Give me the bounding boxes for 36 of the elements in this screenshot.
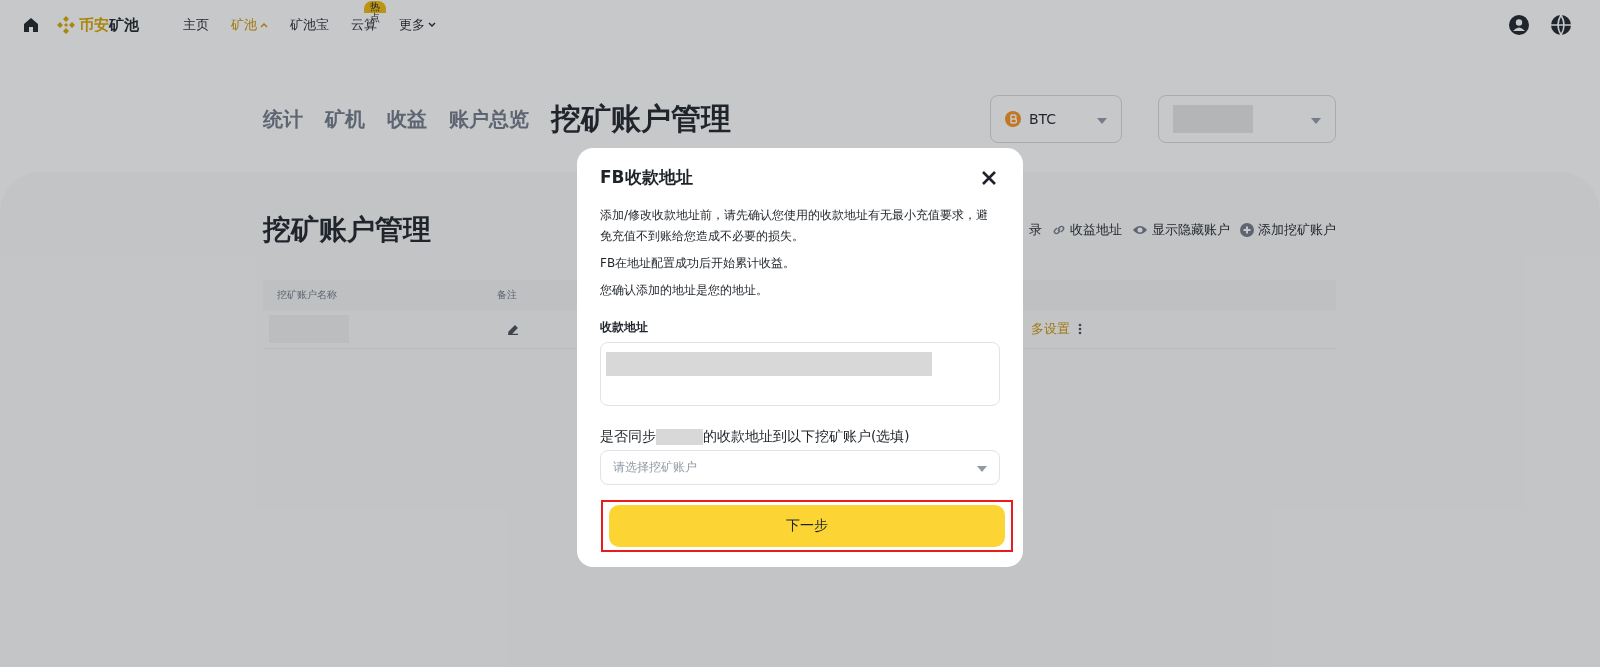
home-icon[interactable] [22,16,40,34]
field-label: 收款地址 [600,319,649,336]
user-icon[interactable] [1508,14,1530,36]
dialog-text: FB在地址配置成功后开始累计收益。 [600,255,797,272]
edit-icon[interactable] [507,323,519,335]
plus-icon [1240,223,1254,237]
page-tab[interactable]: 账户总览 [449,105,529,133]
dialog-text: 您确认添加的地址是您的地址。 [600,282,769,299]
logo-icon [56,15,76,35]
page-tab[interactable]: 统计 [263,105,303,133]
coin-select[interactable]: BTC [990,95,1122,143]
eye-icon [1132,224,1148,236]
globe-icon[interactable] [1550,14,1572,36]
nav-item[interactable]: 更多 [399,16,436,34]
dropdown-caret-icon [977,465,987,472]
page-tab[interactable]: 矿机 [325,105,365,133]
toolbar-link[interactable]: 显示隐藏账户 [1132,221,1230,239]
link-icon [1052,223,1066,237]
sync-label: 是否同步 的收款地址到以下挖矿账户(选填) [600,428,911,446]
brand-name[interactable]: 币安矿池 [79,15,139,35]
address-field[interactable] [600,342,1000,406]
dropdown-caret-icon [1311,118,1321,124]
page-tab[interactable]: 挖矿账户管理 [551,98,731,140]
dialog-text: 添加/修改收款地址前，请先确认您使用的收款地址有无最小充值要求，避免充值不到账给您造成不必要的损失。 [600,207,990,245]
bitcoin-icon [1005,111,1021,127]
toolbar-link[interactable]: 录 [1029,221,1042,239]
dropdown-caret-icon [1097,118,1107,124]
next-button[interactable]: 下一步 [609,505,1005,547]
kebab-icon [1078,323,1082,335]
toolbar-link[interactable]: 添加挖矿账户 [1240,221,1336,239]
nav-item[interactable]: 矿池宝 [290,16,329,34]
page-tab[interactable]: 收益 [387,105,427,133]
toolbar-link[interactable]: 收益地址 [1052,221,1122,239]
dialog-title: FB收款地址 [600,166,693,189]
nav-item[interactable]: 主页 [183,16,209,34]
section-title: 挖矿账户管理 [263,212,431,248]
